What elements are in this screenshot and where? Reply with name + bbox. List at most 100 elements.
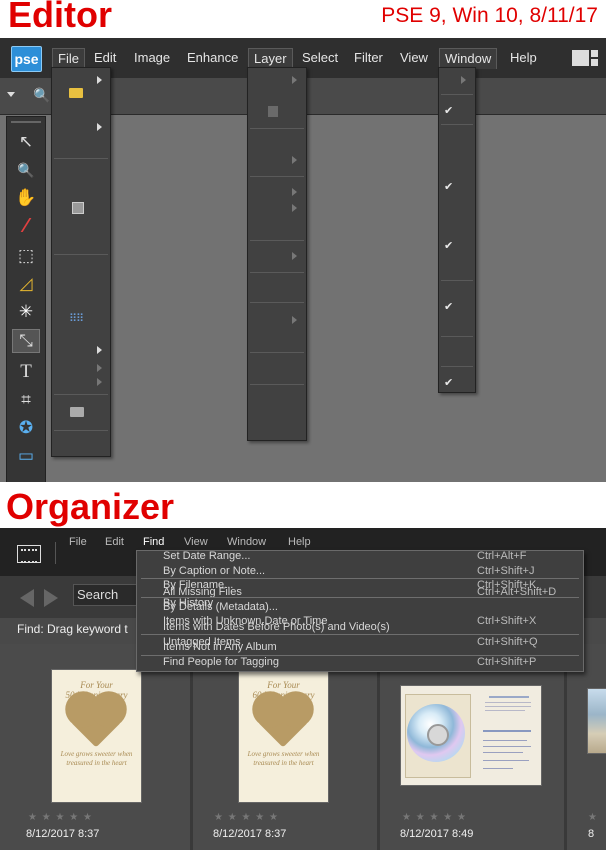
marquee-icon[interactable]: ⬚ [13, 245, 39, 267]
menu-filter[interactable]: Filter [349, 48, 388, 68]
pse-logo: pse [11, 46, 42, 72]
eyedropper-icon[interactable]: ⁄ [13, 215, 39, 237]
org-menu-view[interactable]: View [184, 536, 208, 548]
org-menu-find[interactable]: Find [143, 536, 164, 548]
zoom-tool-option-icon[interactable]: 🔍 [33, 87, 50, 104]
submenu-arrow [97, 346, 102, 354]
find-menu-item[interactable]: Set Date Range... [163, 550, 250, 562]
checkmark-icon: ✔ [444, 301, 454, 313]
submenu-arrow [292, 204, 297, 212]
open-folder-icon[interactable] [69, 88, 83, 98]
find-menu-item[interactable]: Find People for Tagging [163, 656, 279, 668]
menu-edit[interactable]: Edit [89, 48, 121, 68]
card-verse: Love grows sweeter when treasured in the… [60, 750, 133, 767]
checkmark-icon: ✔ [444, 377, 454, 389]
find-menu-shortcut: Ctrl+Alt+F [477, 550, 527, 562]
cd-disc-icon [407, 704, 465, 762]
preset-dropdown-icon[interactable] [7, 92, 15, 97]
star-rating[interactable]: ★ ★ ★ ★ ★ [214, 812, 279, 823]
heart-emblem [70, 696, 122, 748]
file-menu-dropdown: ⠿⠿ [51, 67, 111, 457]
forward-arrow-icon[interactable] [44, 589, 58, 607]
menu-file[interactable]: File [52, 48, 85, 69]
find-menu-shortcut: Ctrl+Shift+J [477, 565, 535, 577]
save-icon[interactable] [72, 202, 84, 214]
submenu-arrow [292, 316, 297, 324]
back-arrow-icon[interactable] [20, 589, 34, 607]
menu-separator [141, 634, 579, 635]
checkmark-icon: ✔ [444, 240, 454, 252]
layer-menu-dropdown [247, 67, 307, 441]
org-menu-file[interactable]: File [69, 536, 87, 548]
submenu-arrow [292, 188, 297, 196]
quick-selection-icon[interactable]: ⤡ [12, 329, 40, 353]
find-menu-item[interactable]: Items Not in Any Album [163, 641, 277, 653]
recompose-icon[interactable]: ▭ [13, 445, 39, 467]
menu-view[interactable]: View [395, 48, 433, 68]
star-rating[interactable]: ★ ★ ★ ★ ★ [402, 812, 467, 823]
organizer-window: File Edit Find View Window Help Search F… [0, 528, 606, 850]
window-menu-dropdown: ✔ ✔ ✔ ✔ ✔ [438, 67, 476, 393]
grid-view-icon[interactable] [17, 545, 41, 563]
card-verse: Love grows sweeter when treasured in the… [247, 750, 320, 767]
find-menu-dropdown: Set Date Range... Ctrl+Alt+F By Caption or… [136, 550, 584, 672]
menu-separator [141, 655, 579, 656]
thumbnail-date: 8 [588, 828, 595, 840]
org-menu-window[interactable]: Window [227, 536, 266, 548]
organizer-heading: Organizer [6, 486, 175, 527]
menu-enhance[interactable]: Enhance [182, 48, 243, 68]
toolbox-grip[interactable] [11, 121, 41, 123]
editor-window: pse File Edit Image Enhance Layer Select… [0, 38, 606, 482]
find-menu-item[interactable]: By Details (Metadata)... [163, 601, 278, 613]
magic-wand-icon[interactable]: ✳ [13, 301, 39, 323]
thumbnail-cd-card[interactable] [400, 685, 542, 786]
checkmark-icon: ✔ [444, 181, 454, 193]
submenu-arrow [461, 76, 466, 84]
zoom-icon[interactable]: 🔍 [13, 159, 39, 181]
star-rating[interactable]: ★ ★ ★ ★ ★ [28, 812, 93, 823]
print-icon[interactable] [70, 407, 84, 417]
submenu-arrow [292, 76, 297, 84]
org-menu-help[interactable]: Help [288, 536, 311, 548]
submenu-arrow [292, 252, 297, 260]
menu-select[interactable]: Select [297, 48, 343, 68]
menu-separator [141, 597, 579, 598]
shape-icon[interactable]: ✪ [13, 417, 39, 439]
lasso-icon[interactable]: ◿ [13, 273, 39, 295]
hand-icon[interactable]: ✋ [13, 187, 39, 209]
find-bar-text: Find: Drag keyword t [17, 622, 128, 636]
menu-image[interactable]: Image [129, 48, 175, 68]
org-menu-edit[interactable]: Edit [105, 536, 124, 548]
menu-window[interactable]: Window [439, 48, 498, 69]
thumbnail-card-50th[interactable]: For Your50th Anniversary Love grows swee… [51, 669, 142, 803]
menu-help[interactable]: Help [505, 48, 542, 68]
thumbnail-card-60th[interactable]: For Your60th Anniversary Love grows swee… [238, 669, 329, 803]
organize-grid-icon[interactable]: ⠿⠿ [69, 312, 84, 325]
type-icon[interactable]: T [13, 361, 39, 383]
menu-layer[interactable]: Layer [248, 48, 293, 69]
checkmark-icon: ✔ [444, 105, 454, 117]
thumbnail-date: 8/12/2017 8:37 [213, 828, 287, 840]
find-menu-shortcut: Ctrl+Shift+P [477, 656, 537, 668]
find-menu-item[interactable]: Items with Dates Before Photo(s) and Vid… [163, 621, 390, 633]
editor-heading: Editor [8, 0, 112, 35]
layout-icon[interactable] [572, 50, 598, 66]
submenu-arrow [97, 378, 102, 386]
submenu-arrow [292, 156, 297, 164]
move-icon[interactable]: ↖ [13, 131, 39, 153]
thumbnail-partial[interactable] [587, 688, 606, 754]
submenu-arrow [97, 76, 102, 84]
submenu-arrow [97, 123, 102, 131]
heart-emblem [257, 696, 309, 748]
delete-layer-icon[interactable] [268, 106, 278, 117]
find-menu-shortcut: Ctrl+Shift+Q [477, 636, 538, 648]
submenu-arrow [97, 364, 102, 372]
find-menu-shortcut: Ctrl+Shift+X [477, 615, 537, 627]
thumbnail-date: 8/12/2017 8:37 [26, 828, 100, 840]
menu-separator [141, 578, 579, 579]
find-menu-item[interactable]: By Caption or Note... [163, 565, 265, 577]
toolbox: ↖ 🔍 ✋ ⁄ ⬚ ◿ ✳ ⤡ T ⌗ ✪ ▭ [6, 116, 46, 482]
star-rating[interactable]: ★ [588, 812, 598, 823]
crop-icon[interactable]: ⌗ [13, 389, 39, 411]
version-note: PSE 9, Win 10, 8/11/17 [381, 4, 598, 27]
